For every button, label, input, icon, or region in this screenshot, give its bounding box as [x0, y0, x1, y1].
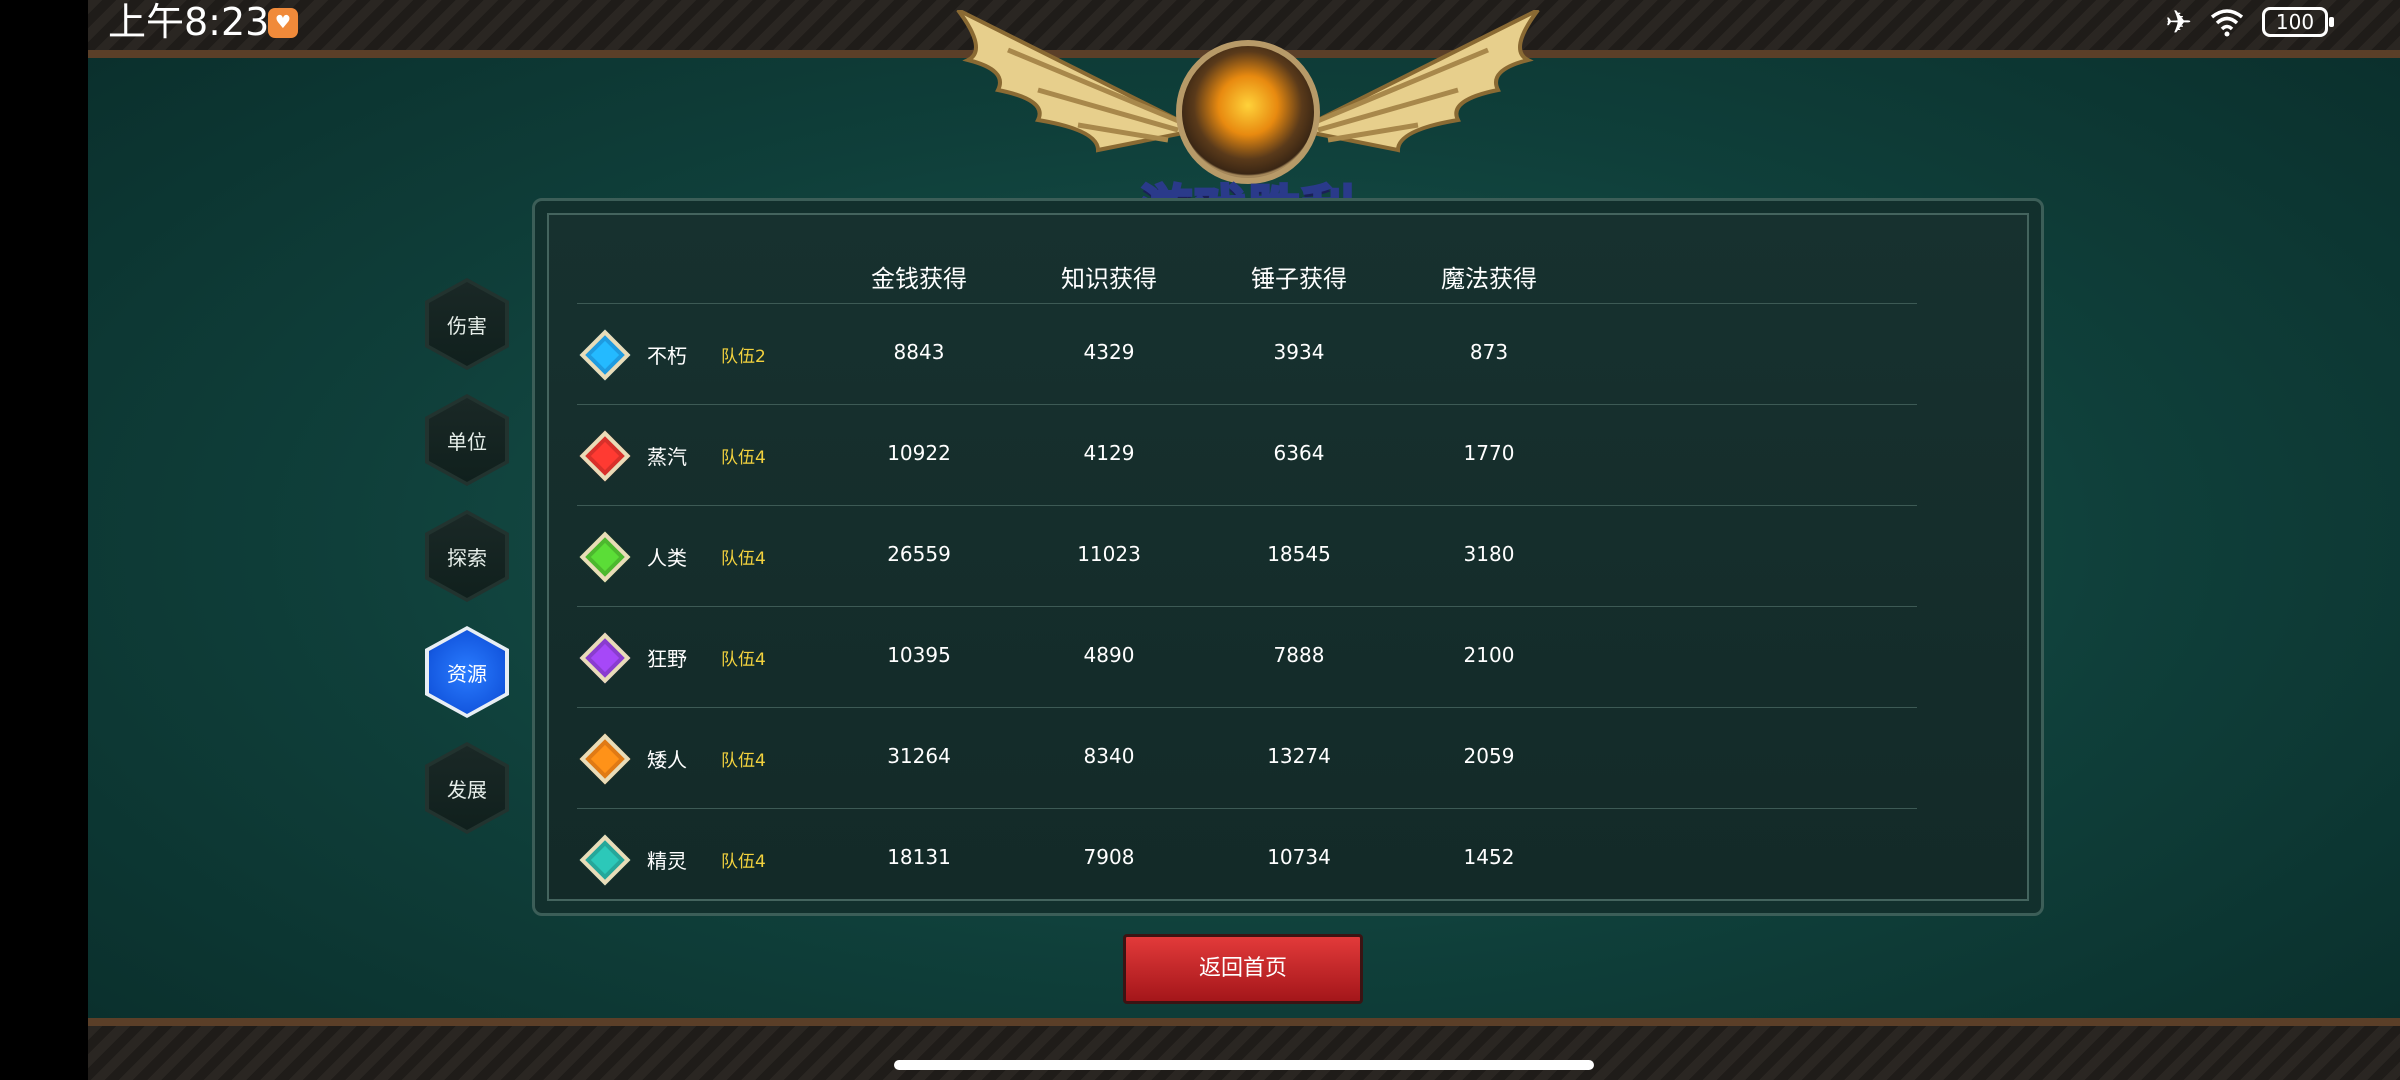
knowledge-value: 4890: [1083, 643, 1135, 667]
faction-name: 人类: [647, 546, 687, 570]
tab-label: 资源: [447, 661, 487, 686]
hammer-value: 6364: [1273, 441, 1325, 465]
faction-name: 不朽: [647, 344, 687, 368]
tab-resources[interactable]: 资源: [425, 626, 509, 718]
magic-value: 2059: [1463, 744, 1515, 768]
hammer-value: 13274: [1267, 744, 1331, 768]
knowledge-value: 7908: [1083, 845, 1135, 869]
gold-value: 26559: [887, 542, 951, 566]
team-label: 队伍4: [721, 650, 766, 670]
magic-value: 1770: [1463, 441, 1515, 465]
crest-icon: [1176, 40, 1320, 184]
left-wing-icon: [956, 10, 1205, 153]
faction-name: 精灵: [647, 849, 687, 873]
table-row: 矮人 队伍4 31264 8340 13274 2059: [577, 707, 1917, 808]
stats-panel: 金钱获得 知识获得 锤子获得 魔法获得 不朽 队伍2 8843 4329 393…: [532, 198, 2044, 916]
knowledge-value: 8340: [1083, 744, 1135, 768]
table-row: 不朽 队伍2 8843 4329 3934 873: [577, 303, 1917, 404]
hammer-value: 3934: [1273, 340, 1325, 364]
gold-value: 31264: [887, 744, 951, 768]
header-hammer: 锤子获得: [1251, 265, 1347, 293]
gem-icon: [579, 632, 631, 684]
tab-label: 探索: [447, 545, 487, 570]
table-row: 精灵 队伍4 18131 7908 10734 1452: [577, 808, 1917, 909]
table-row: 人类 队伍4 26559 11023 18545 3180: [577, 505, 1917, 606]
gem-icon: [579, 329, 631, 381]
gem-icon: [579, 531, 631, 583]
team-label: 队伍4: [721, 549, 766, 569]
status-time: 上午8:23: [108, 0, 270, 44]
header-magic: 魔法获得: [1441, 265, 1537, 293]
table-row: 蒸汽 队伍4 10922 4129 6364 1770: [577, 404, 1917, 505]
tab-damage[interactable]: 伤害: [425, 278, 509, 370]
header-knowledge: 知识获得: [1061, 265, 1157, 293]
magic-value: 3180: [1463, 542, 1515, 566]
status-icons: ✈ 100: [2165, 3, 2334, 41]
tab-units[interactable]: 单位: [425, 394, 509, 486]
gold-value: 18131: [887, 845, 951, 869]
faction-name: 蒸汽: [647, 445, 687, 469]
hammer-value: 18545: [1267, 542, 1331, 566]
app-notification-icon: ♥: [268, 8, 298, 38]
tab-development[interactable]: 发展: [425, 742, 509, 834]
wifi-icon: [2210, 9, 2244, 37]
bottom-frame: [88, 1018, 2400, 1080]
hammer-value: 10734: [1267, 845, 1331, 869]
faction-name: 狂野: [647, 647, 687, 671]
header-gold: 金钱获得: [871, 265, 967, 293]
tab-label: 发展: [447, 777, 487, 802]
gold-value: 8843: [893, 340, 945, 364]
magic-value: 873: [1469, 340, 1509, 364]
home-indicator[interactable]: [894, 1060, 1594, 1070]
faction-name: 矮人: [647, 748, 687, 772]
team-label: 队伍4: [721, 448, 766, 468]
knowledge-value: 11023: [1077, 542, 1141, 566]
game-screen: 上午8:23 ♥ ✈ 100 游戏胜利 伤害 单位 探索 资源 发展 金钱获得 …: [88, 0, 2400, 1080]
gold-value: 10395: [887, 643, 951, 667]
back-home-button[interactable]: 返回首页: [1123, 934, 1363, 1004]
tab-label: 单位: [447, 429, 487, 454]
right-wing-icon: [1291, 10, 1540, 153]
airplane-mode-icon: ✈: [2165, 3, 2192, 41]
stats-table: 金钱获得 知识获得 锤子获得 魔法获得 不朽 队伍2 8843 4329 393…: [547, 213, 2029, 901]
gem-icon: [579, 430, 631, 482]
battery-icon: 100: [2262, 7, 2334, 37]
magic-value: 1452: [1463, 845, 1515, 869]
knowledge-value: 4129: [1083, 441, 1135, 465]
gem-icon: [579, 733, 631, 785]
knowledge-value: 4329: [1083, 340, 1135, 364]
team-label: 队伍2: [721, 347, 766, 367]
team-label: 队伍4: [721, 751, 766, 771]
gold-value: 10922: [887, 441, 951, 465]
magic-value: 2100: [1463, 643, 1515, 667]
screen-bezel: [0, 0, 88, 1080]
gem-icon: [579, 834, 631, 886]
tab-explore[interactable]: 探索: [425, 510, 509, 602]
hammer-value: 7888: [1273, 643, 1325, 667]
tab-label: 伤害: [447, 313, 487, 338]
team-label: 队伍4: [721, 852, 766, 872]
table-row: 狂野 队伍4 10395 4890 7888 2100: [577, 606, 1917, 707]
